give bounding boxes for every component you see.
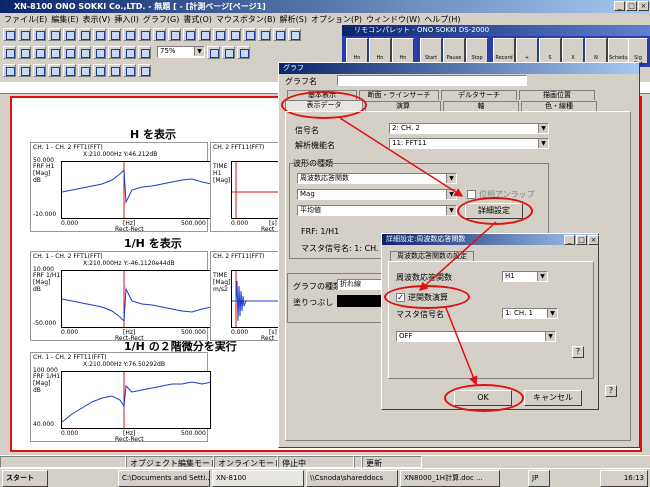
status-update: 更新 (362, 456, 422, 468)
status-online: オンラインモード (214, 456, 278, 468)
start-button[interactable]: スタート (2, 470, 48, 487)
task-xn8100[interactable]: XN-8100 (212, 470, 304, 487)
task-documents[interactable]: C:\Documents and Setti... (118, 470, 210, 487)
arrow-inverse-to-ok (445, 307, 478, 386)
status-edit-mode: オブジェクト編集モード (126, 456, 214, 468)
status-stopped: 停止中 (278, 456, 354, 468)
status-blank (354, 456, 362, 468)
arrow-detail-to-inverse (418, 221, 497, 292)
arrow-tab-to-detail (339, 117, 464, 197)
ime-indicator[interactable]: JP (528, 470, 550, 487)
clock: 16:13 (600, 470, 648, 487)
annotation-arrows (339, 117, 497, 386)
task-shareddocs[interactable]: \\Csnoda\shareddocs (306, 470, 398, 487)
status-bar: オブジェクト編集モード オンラインモード 停止中 更新 (0, 455, 650, 468)
task-doc[interactable]: XN8000_1H計算.doc ... (400, 470, 500, 487)
taskbar: スタート C:\Documents and Setti... XN-8100 \… (0, 468, 650, 487)
